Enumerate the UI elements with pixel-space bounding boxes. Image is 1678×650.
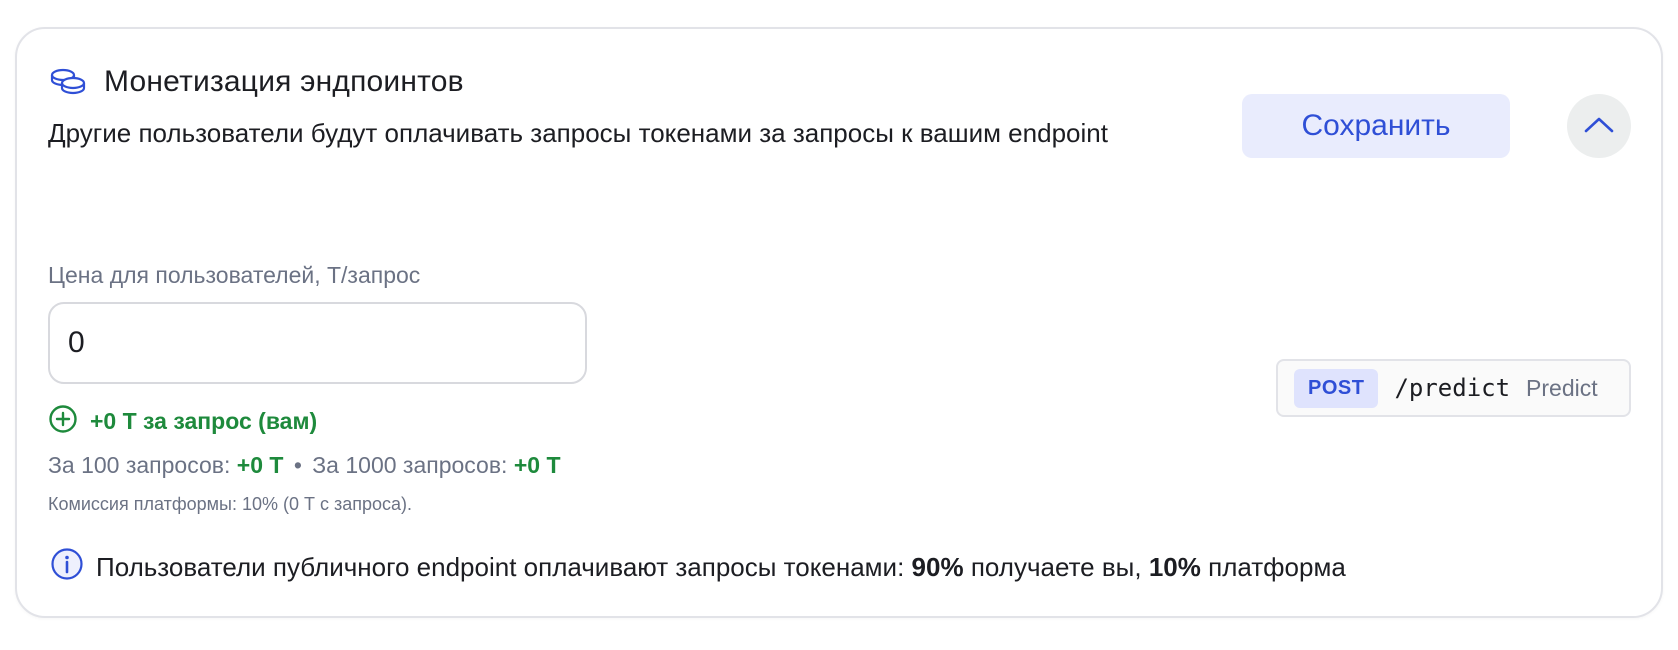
coins-icon	[48, 66, 88, 98]
totals-separator: •	[293, 452, 302, 478]
card-description: Другие пользователи будут оплачивать зап…	[48, 118, 1108, 148]
platform-text: платформа	[1208, 552, 1346, 582]
earning-totals: За 100 запросов: +0 Т • За 1000 запросов…	[48, 452, 561, 479]
collapse-button[interactable]	[1567, 94, 1631, 158]
save-button[interactable]: Сохранить	[1242, 94, 1510, 158]
endpoint-name: Predict	[1526, 374, 1598, 401]
card-title: Монетизация эндпоинтов	[104, 65, 464, 98]
platform-commission: Комиссия платформы: 10% (0 Т с запроса).	[48, 494, 413, 514]
earning-summary: +0 Т за запрос (вам)	[48, 404, 317, 439]
plus-circle-icon	[48, 404, 78, 439]
price-input[interactable]	[48, 302, 587, 384]
per1000-value: +0 Т	[513, 452, 561, 478]
endpoint-chip: POST /predict Predict	[1276, 359, 1631, 417]
per100-value: +0 Т	[236, 452, 284, 478]
method-badge: POST	[1294, 368, 1379, 408]
info-text-start: Пользователи публичного endpoint оплачив…	[96, 552, 905, 582]
you-share: 90%	[911, 552, 964, 582]
per100-label: За 100 запросов:	[48, 452, 231, 478]
card-header: Монетизация эндпоинтов	[48, 65, 464, 99]
endpoint-path: /predict	[1394, 374, 1511, 402]
platform-share: 10%	[1148, 552, 1201, 582]
info-icon	[50, 547, 84, 588]
revenue-share-info: Пользователи публичного endpoint оплачив…	[50, 547, 1346, 588]
you-text: получаете вы,	[970, 552, 1142, 582]
price-field-label: Цена для пользователей, Т/запрос	[48, 262, 421, 288]
per1000-label: За 1000 запросов:	[312, 452, 508, 478]
earning-per-request: +0 Т за запрос (вам)	[90, 408, 318, 434]
chevron-up-icon	[1584, 116, 1614, 137]
